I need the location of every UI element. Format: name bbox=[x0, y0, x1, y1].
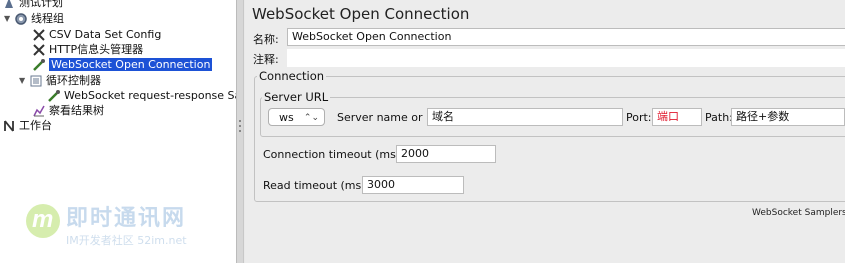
port-field[interactable]: 端口 bbox=[652, 108, 702, 126]
comment-label: 注释: bbox=[253, 53, 279, 66]
thread-group-gear-icon bbox=[14, 12, 28, 26]
config-scissors-icon bbox=[32, 28, 46, 42]
path-field[interactable]: 路径+参数 bbox=[731, 108, 845, 126]
chevron-updown-icon: ⌃⌄ bbox=[303, 113, 319, 123]
workbench-icon bbox=[2, 119, 16, 133]
tree-item-websocket-request-response-sampler[interactable]: WebSocket request-response Sampl bbox=[47, 88, 236, 104]
server-url-legend: Server URL bbox=[262, 90, 331, 104]
tree-item-loop-controller[interactable]: ▼ 循环控制器 bbox=[19, 73, 101, 89]
watermark-title: 即时通讯网 bbox=[66, 206, 187, 231]
test-plan-icon bbox=[2, 0, 16, 10]
protocol-value: ws bbox=[279, 111, 294, 124]
name-label: 名称: bbox=[253, 33, 279, 46]
tree-item-workbench[interactable]: 工作台 bbox=[2, 118, 52, 134]
name-field[interactable]: WebSocket Open Connection bbox=[287, 28, 845, 46]
tree-item-thread-group[interactable]: ▼ 线程组 bbox=[4, 11, 64, 27]
connection-legend: Connection bbox=[257, 69, 327, 83]
page-title: WebSocket Open Connection bbox=[252, 5, 470, 23]
plugin-note: WebSocket Samplers plu bbox=[752, 208, 845, 218]
protocol-select[interactable]: ws ⌃⌄ bbox=[268, 108, 325, 126]
watermark-logo-icon bbox=[26, 204, 60, 238]
watermark-subtitle: IM开发者社区 52im.net bbox=[66, 234, 187, 247]
read-timeout-field[interactable]: 3000 bbox=[362, 176, 464, 194]
server-field[interactable]: 域名 bbox=[427, 108, 623, 126]
tree-item-csv-data-set-config[interactable]: CSV Data Set Config bbox=[32, 27, 161, 43]
expand-triangle-icon[interactable]: ▼ bbox=[19, 73, 29, 89]
sampler-pipette-icon bbox=[47, 89, 61, 103]
comment-field[interactable] bbox=[287, 49, 845, 67]
read-timeout-label: Read timeout (ms): bbox=[263, 179, 370, 192]
tree-item-websocket-open-connection[interactable]: WebSocket Open Connection bbox=[32, 57, 213, 73]
sampler-pipette-icon bbox=[32, 58, 46, 72]
connection-timeout-label: Connection timeout (ms): bbox=[263, 148, 404, 161]
connection-timeout-field[interactable]: 2000 bbox=[396, 145, 496, 163]
port-label: Port: bbox=[626, 111, 652, 124]
expand-triangle-icon[interactable]: ▼ bbox=[4, 11, 14, 27]
test-plan-tree: 测试计划 ▼ 线程组 CSV Data Set Config HTTP信息头管理… bbox=[0, 0, 236, 263]
tree-item-view-results-tree[interactable]: 察看结果树 bbox=[32, 103, 104, 119]
listener-chart-icon bbox=[32, 104, 46, 118]
loop-controller-icon bbox=[29, 74, 43, 88]
tree-item-http-header-manager[interactable]: HTTP信息头管理器 bbox=[32, 42, 143, 58]
tree-item-test-plan[interactable]: 测试计划 bbox=[2, 0, 63, 11]
path-label: Path: bbox=[705, 111, 733, 124]
server-label: Server name or IP: bbox=[337, 111, 440, 124]
sampler-config-panel: WebSocket Open Connection 名称: WebSocket … bbox=[245, 0, 845, 263]
watermark: 即时通讯网 IM开发者社区 52im.net bbox=[26, 200, 226, 256]
config-scissors-icon bbox=[32, 43, 46, 57]
panel-splitter[interactable] bbox=[236, 0, 244, 263]
